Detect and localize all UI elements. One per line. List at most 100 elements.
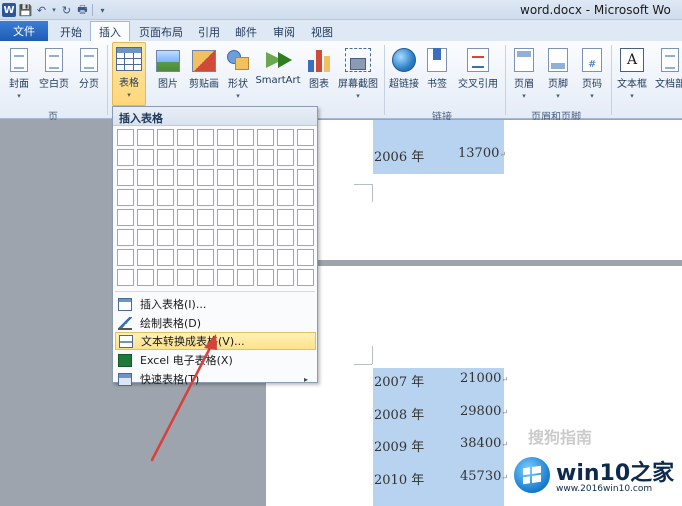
table-grid-cell[interactable] <box>277 129 294 146</box>
smartart-button[interactable]: SmartArt <box>254 44 302 86</box>
table-grid-cell[interactable] <box>137 169 154 186</box>
table-grid-cell[interactable] <box>257 209 274 226</box>
table-grid-cell[interactable] <box>237 189 254 206</box>
table-grid-cell[interactable] <box>237 269 254 286</box>
page-break-button[interactable]: 分页 <box>75 44 103 90</box>
table-grid-cell[interactable] <box>157 149 174 166</box>
table-grid-cell[interactable] <box>137 209 154 226</box>
page-number-button[interactable]: 页码 ▾ <box>578 44 606 100</box>
hyperlink-button[interactable]: 超链接 <box>387 44 421 90</box>
redo-icon[interactable]: ↻ <box>60 3 73 17</box>
table-grid-cell[interactable] <box>277 249 294 266</box>
screenshot-button[interactable]: 屏幕截图 ▾ <box>335 44 381 100</box>
table-grid-cell[interactable] <box>257 269 274 286</box>
tab-references[interactable]: 引用 <box>192 23 226 41</box>
table-grid-cell[interactable] <box>237 249 254 266</box>
table-grid-cell[interactable] <box>277 209 294 226</box>
table-grid-cell[interactable] <box>257 149 274 166</box>
table-grid-cell[interactable] <box>177 169 194 186</box>
table-grid-cell[interactable] <box>237 169 254 186</box>
table-grid-cell[interactable] <box>137 249 154 266</box>
menu-item-quick-tables[interactable]: 快速表格(T) ▸ <box>115 370 316 388</box>
table-grid-cell[interactable] <box>217 209 234 226</box>
undo-icon[interactable]: ↶ <box>35 3 48 17</box>
chart-button[interactable]: 图表 <box>305 44 333 90</box>
table-grid-cell[interactable] <box>157 249 174 266</box>
table-grid-cell[interactable] <box>137 269 154 286</box>
table-grid-cell[interactable] <box>257 229 274 246</box>
table-grid-cell[interactable] <box>277 189 294 206</box>
tab-home[interactable]: 开始 <box>52 23 90 41</box>
table-grid-cell[interactable] <box>197 229 214 246</box>
table-grid-cell[interactable] <box>297 149 314 166</box>
tab-mailings[interactable]: 邮件 <box>229 23 263 41</box>
table-grid-cell[interactable] <box>217 269 234 286</box>
table-grid-cell[interactable] <box>177 249 194 266</box>
table-grid-cell[interactable] <box>137 229 154 246</box>
table-grid-cell[interactable] <box>197 209 214 226</box>
table-grid-cell[interactable] <box>197 249 214 266</box>
table-grid-cell[interactable] <box>217 129 234 146</box>
table-grid-cell[interactable] <box>137 129 154 146</box>
table-grid-cell[interactable] <box>297 189 314 206</box>
table-grid-cell[interactable] <box>277 229 294 246</box>
table-grid-cell[interactable] <box>277 149 294 166</box>
table-grid-cell[interactable] <box>177 269 194 286</box>
tab-review[interactable]: 审阅 <box>267 23 301 41</box>
table-button[interactable]: 表格 ▾ <box>112 42 146 106</box>
table-grid-cell[interactable] <box>237 129 254 146</box>
table-grid-cell[interactable] <box>257 249 274 266</box>
table-grid-cell[interactable] <box>297 229 314 246</box>
table-grid-cell[interactable] <box>237 149 254 166</box>
table-grid-cell[interactable] <box>257 129 274 146</box>
table-grid-cell[interactable] <box>177 149 194 166</box>
table-grid-cell[interactable] <box>177 189 194 206</box>
table-grid-cell[interactable] <box>177 129 194 146</box>
table-grid-cell[interactable] <box>297 269 314 286</box>
table-grid-cell[interactable] <box>197 269 214 286</box>
table-grid-cell[interactable] <box>257 189 274 206</box>
save-icon[interactable]: 💾 <box>19 3 33 17</box>
table-grid-cell[interactable] <box>217 149 234 166</box>
print-preview-icon[interactable]: 🖶 <box>76 3 89 17</box>
table-grid-cell[interactable] <box>297 209 314 226</box>
tab-insert[interactable]: 插入 <box>90 21 130 42</box>
blank-page-button[interactable]: 空白页 <box>35 44 73 90</box>
table-grid-cell[interactable] <box>157 129 174 146</box>
tab-view[interactable]: 视图 <box>305 23 339 41</box>
table-grid-cell[interactable] <box>137 149 154 166</box>
document-parts-button[interactable]: 文档部 <box>650 44 682 90</box>
shapes-button[interactable]: 形状 ▾ <box>224 44 252 100</box>
table-grid-cell[interactable] <box>157 229 174 246</box>
tab-page-layout[interactable]: 页面布局 <box>133 23 189 41</box>
table-grid-cell[interactable] <box>197 169 214 186</box>
table-grid-cell[interactable] <box>117 169 134 186</box>
footer-button[interactable]: 页脚 ▾ <box>544 44 572 100</box>
table-grid-cell[interactable] <box>297 249 314 266</box>
table-grid-cell[interactable] <box>217 249 234 266</box>
table-grid-cell[interactable] <box>217 169 234 186</box>
picture-button[interactable]: 图片 <box>153 44 183 90</box>
dropdown-arrow-icon[interactable]: ▾ <box>51 3 57 17</box>
table-grid-cell[interactable] <box>137 189 154 206</box>
header-button[interactable]: 页眉 ▾ <box>510 44 538 100</box>
table-grid-cell[interactable] <box>157 169 174 186</box>
customize-icon[interactable]: ▾ <box>96 3 109 17</box>
table-grid-cell[interactable] <box>117 149 134 166</box>
table-grid-cell[interactable] <box>177 209 194 226</box>
menu-item-draw-table[interactable]: 绘制表格(D) <box>115 314 316 332</box>
table-grid-cell[interactable] <box>197 189 214 206</box>
word-logo-icon[interactable]: W <box>2 3 16 17</box>
table-size-grid[interactable] <box>117 129 314 286</box>
table-grid-cell[interactable] <box>297 129 314 146</box>
table-grid-cell[interactable] <box>117 129 134 146</box>
cross-reference-button[interactable]: 交叉引用 <box>455 44 501 90</box>
table-grid-cell[interactable] <box>217 189 234 206</box>
table-grid-cell[interactable] <box>237 209 254 226</box>
menu-item-insert-table[interactable]: 插入表格(I)... <box>115 295 316 313</box>
text-box-button[interactable]: A 文本框 ▾ <box>615 44 649 100</box>
table-grid-cell[interactable] <box>237 229 254 246</box>
menu-item-excel-spreadsheet[interactable]: Excel 电子表格(X) <box>115 351 316 369</box>
table-grid-cell[interactable] <box>217 229 234 246</box>
table-grid-cell[interactable] <box>277 169 294 186</box>
